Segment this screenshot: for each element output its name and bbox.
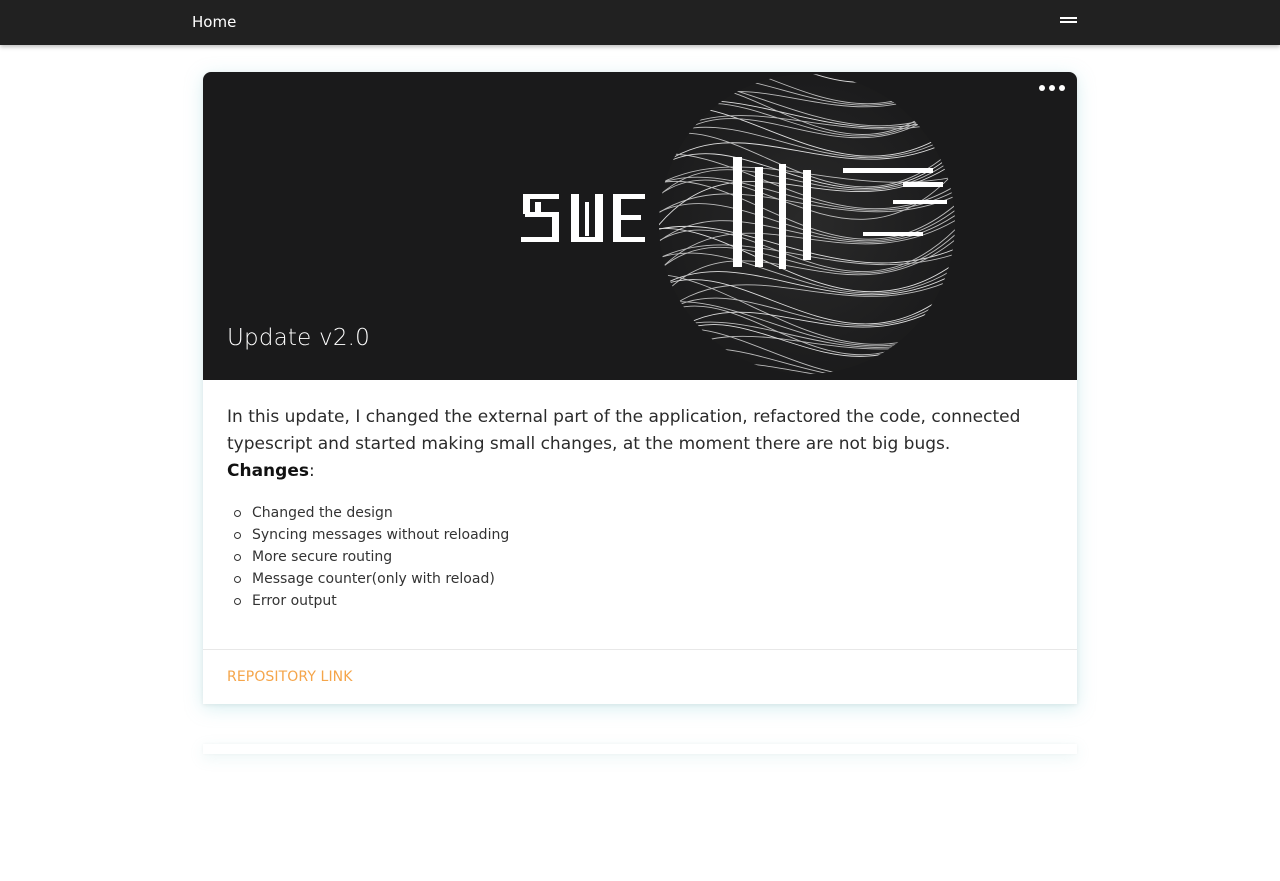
menu-line: [1060, 17, 1077, 19]
menu-line: [1060, 21, 1077, 23]
change-item: Syncing messages without reloading: [227, 524, 1057, 546]
changes-label: Changes: [227, 461, 309, 481]
change-item: Error output: [227, 590, 1057, 612]
post-card: Update v2.0 In this update, I changed th…: [203, 72, 1077, 704]
home-link[interactable]: Home: [192, 13, 236, 31]
change-item: Changed the design: [227, 502, 1057, 524]
post-body: In this update, I changed the external p…: [227, 404, 1057, 612]
changes-list: Changed the design Syncing messages with…: [227, 502, 1057, 612]
change-item: Message counter(only with reload): [227, 568, 1057, 590]
dot: [1039, 85, 1045, 91]
top-navbar: Home: [0, 0, 1280, 45]
card-divider: [203, 649, 1077, 650]
change-item: More secure routing: [227, 546, 1057, 568]
dot: [1059, 85, 1065, 91]
dot: [1049, 85, 1055, 91]
changes-heading: Changes:: [227, 458, 1057, 485]
repository-link[interactable]: REPOSITORY LINK: [227, 669, 353, 685]
post-title: Update v2.0: [227, 325, 370, 351]
next-post-card: [203, 744, 1077, 754]
changes-suffix: :: [308, 461, 315, 481]
more-options-icon[interactable]: [1039, 81, 1065, 95]
post-intro: In this update, I changed the external p…: [227, 407, 1021, 454]
hamburger-menu-icon[interactable]: [1060, 17, 1077, 29]
post-hero: Update v2.0: [203, 72, 1077, 380]
